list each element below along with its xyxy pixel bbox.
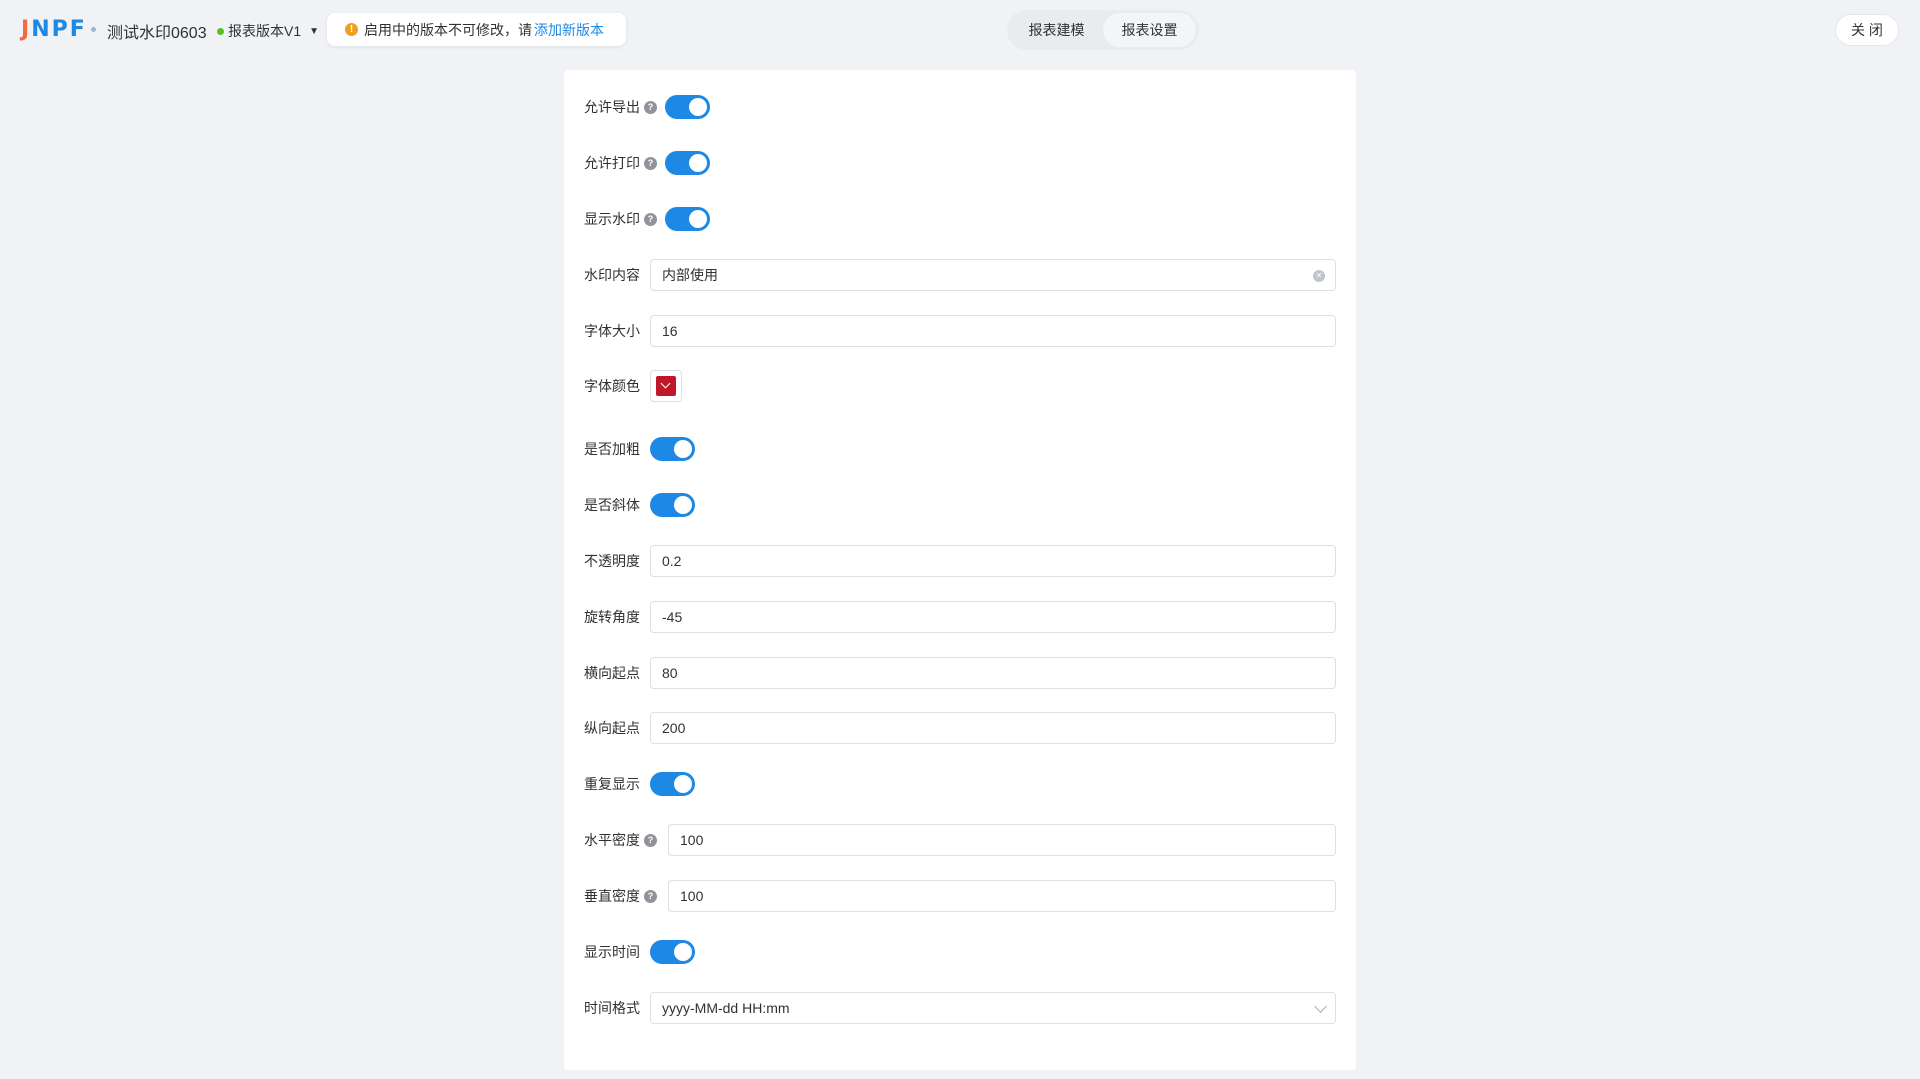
label-y-start: 纵向起点	[584, 720, 640, 736]
label-allow-print: 允许打印?	[584, 153, 657, 173]
label-opacity: 不透明度	[584, 553, 640, 569]
row-allow-print: 允许打印?	[584, 147, 1336, 179]
settings-panel: 允许导出? 允许打印? 显示水印? 水印内容 内部使用 ✕ 字体大小 16 字体…	[564, 70, 1356, 1070]
tab-report-settings[interactable]: 报表设置	[1103, 13, 1196, 47]
rotation-input[interactable]: -45	[650, 601, 1336, 633]
row-watermark-content: 水印内容 内部使用 ✕	[584, 259, 1336, 291]
font-size-input[interactable]: 16	[650, 315, 1336, 347]
help-icon: ?	[644, 156, 657, 170]
warning-icon: !	[345, 23, 358, 36]
show-time-switch[interactable]	[650, 940, 695, 964]
row-repeat: 重复显示	[584, 768, 1336, 800]
notice-text: 启用中的版本不可修改，请	[364, 21, 532, 38]
version-notice: ! 启用中的版本不可修改，请 添加新版本	[327, 13, 626, 46]
label-font-size: 字体大小	[584, 323, 640, 339]
label-italic: 是否斜体	[584, 497, 640, 513]
row-font-color: 字体颜色	[584, 370, 1336, 402]
status-dot-icon	[217, 27, 224, 35]
row-x-start: 横向起点 80	[584, 657, 1336, 689]
row-show-watermark: 显示水印?	[584, 203, 1336, 235]
row-font-size: 字体大小 16	[584, 315, 1336, 347]
y-start-input[interactable]: 200	[650, 712, 1336, 744]
row-italic: 是否斜体	[584, 489, 1336, 521]
tab-report-modeling[interactable]: 报表建模	[1010, 13, 1103, 47]
label-bold: 是否加粗	[584, 441, 640, 457]
label-watermark-content: 水印内容	[584, 267, 640, 283]
add-version-link[interactable]: 添加新版本	[534, 20, 604, 40]
watermark-content-input[interactable]: 内部使用 ✕	[650, 259, 1336, 291]
chevron-down-icon	[1314, 1000, 1327, 1013]
row-bold: 是否加粗	[584, 433, 1336, 465]
row-show-time: 显示时间	[584, 936, 1336, 968]
row-rotation: 旋转角度 -45	[584, 601, 1336, 633]
allow-export-switch[interactable]	[665, 95, 710, 119]
row-allow-export: 允许导出?	[584, 91, 1336, 123]
bold-switch[interactable]	[650, 437, 695, 461]
x-start-input[interactable]: 80	[650, 657, 1336, 689]
label-show-watermark: 显示水印?	[584, 209, 657, 229]
label-time-format: 时间格式	[584, 1000, 640, 1016]
report-title: 测试水印0603	[107, 25, 207, 42]
close-button[interactable]: 关 闭	[1835, 14, 1899, 46]
row-v-density: 垂直密度? 100	[584, 880, 1336, 912]
help-icon: ?	[644, 212, 657, 226]
row-y-start: 纵向起点 200	[584, 712, 1336, 744]
help-icon: ?	[644, 889, 657, 903]
opacity-input[interactable]: 0.2	[650, 545, 1336, 577]
caret-down-icon: ▼	[309, 25, 320, 37]
label-v-density: 垂直密度?	[584, 886, 657, 906]
version-label: 报表版本V1	[228, 23, 302, 39]
font-color-picker[interactable]	[650, 370, 682, 402]
italic-switch[interactable]	[650, 493, 695, 517]
label-repeat: 重复显示	[584, 776, 640, 792]
label-font-color: 字体颜色	[584, 378, 640, 394]
header-tabs: 报表建模 报表设置	[1007, 10, 1199, 50]
app-logo: J NPF	[21, 17, 87, 42]
repeat-switch[interactable]	[650, 772, 695, 796]
label-rotation: 旋转角度	[584, 609, 640, 625]
row-h-density: 水平密度? 100	[584, 824, 1336, 856]
label-h-density: 水平密度?	[584, 830, 657, 850]
separator-dot	[91, 27, 96, 32]
label-allow-export: 允许导出?	[584, 97, 657, 117]
label-x-start: 横向起点	[584, 665, 640, 681]
version-selector[interactable]: 报表版本V1 ▼	[217, 21, 319, 41]
time-format-select[interactable]: yyyy-MM-dd HH:mm	[650, 992, 1336, 1024]
row-opacity: 不透明度 0.2	[584, 545, 1336, 577]
help-icon: ?	[644, 833, 657, 847]
help-icon: ?	[644, 100, 657, 114]
row-time-format: 时间格式 yyyy-MM-dd HH:mm	[584, 992, 1336, 1024]
allow-print-switch[interactable]	[665, 151, 710, 175]
label-show-time: 显示时间	[584, 944, 640, 960]
clear-icon[interactable]: ✕	[1313, 270, 1325, 282]
top-header: J NPF 测试水印0603 报表版本V1 ▼ ! 启用中的版本不可修改，请 添加…	[0, 0, 1920, 60]
v-density-input[interactable]: 100	[668, 880, 1336, 912]
show-watermark-switch[interactable]	[665, 207, 710, 231]
color-swatch	[656, 376, 676, 396]
h-density-input[interactable]: 100	[668, 824, 1336, 856]
